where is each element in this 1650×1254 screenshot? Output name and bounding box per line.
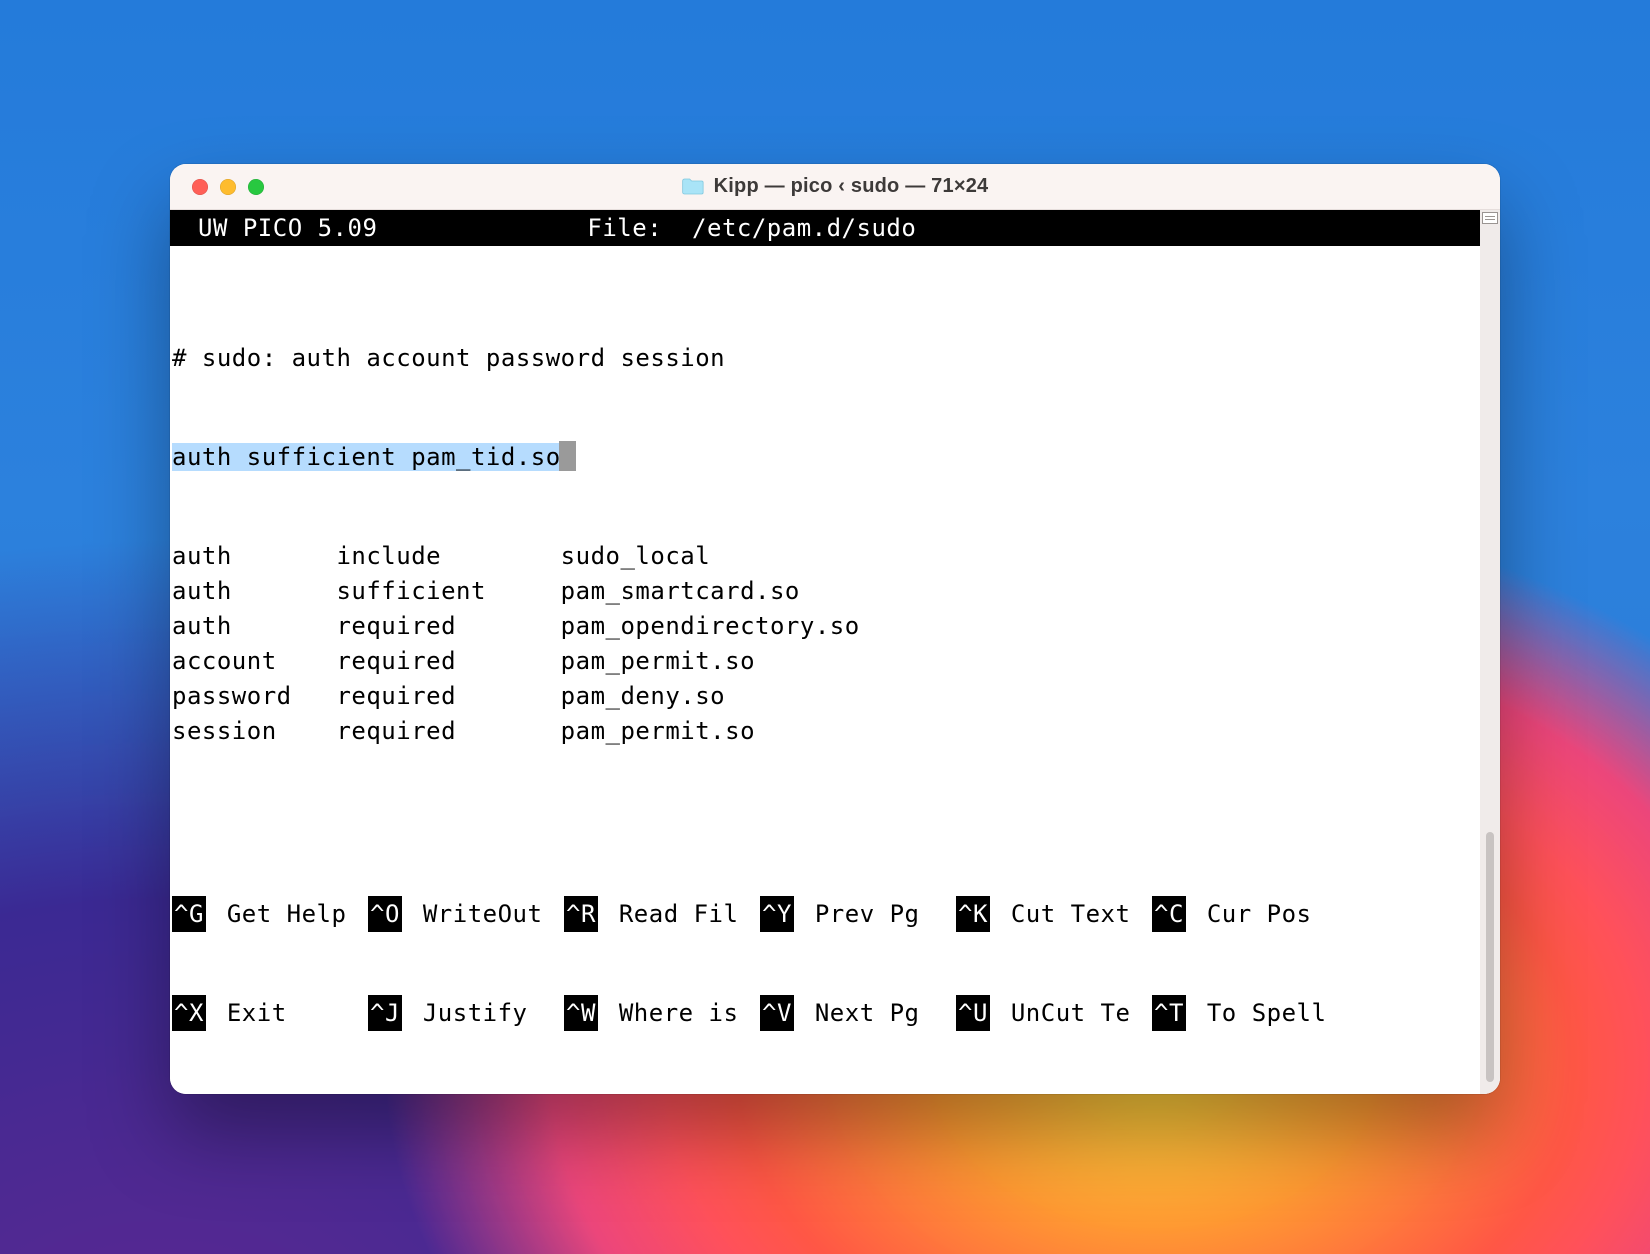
zoom-button[interactable] (248, 179, 264, 195)
shortcut-label: Get Help (206, 898, 347, 930)
shortcut-label: Cut Text (990, 898, 1131, 930)
shortcut-row-2: ^X Exit^J Justify^W Where is^V Next Pg^U… (172, 995, 1480, 1030)
shortcut-label: Where is (598, 997, 739, 1029)
editor-file-path: /etc/pam.d/sudo (692, 214, 916, 242)
shortcut[interactable]: ^X Exit (172, 995, 368, 1031)
shortcut-label: To Spell (1186, 997, 1327, 1029)
terminal-window: Kipp — pico ‹ sudo — 71×24 UW PICO 5.09 … (170, 164, 1500, 1094)
shortcut-key: ^J (368, 995, 402, 1031)
terminal-area[interactable]: UW PICO 5.09 File: /etc/pam.d/sudo # sud… (170, 210, 1500, 1094)
shortcut[interactable]: ^Y Prev Pg (760, 896, 956, 932)
shortcut-key: ^G (172, 896, 206, 932)
shortcut[interactable]: ^J Justify (368, 995, 564, 1031)
window-titlebar[interactable]: Kipp — pico ‹ sudo — 71×24 (170, 164, 1500, 210)
window-title: Kipp — pico ‹ sudo — 71×24 (682, 175, 989, 198)
shortcut-row-1: ^G Get Help^O WriteOut^R Read Fil^Y Prev… (172, 896, 1480, 931)
editor-content[interactable]: # sudo: auth account password session au… (170, 278, 860, 814)
shortcut[interactable]: ^V Next Pg (760, 995, 956, 1031)
shortcut-label: Read Fil (598, 898, 739, 930)
window-title-text: Kipp — pico ‹ sudo — 71×24 (714, 175, 989, 198)
config-line: account required pam_permit.so (172, 645, 860, 680)
minimize-button[interactable] (220, 179, 236, 195)
close-button[interactable] (192, 179, 208, 195)
config-line: auth include sudo_local (172, 540, 860, 575)
folder-icon (682, 178, 704, 195)
shortcut-key: ^K (956, 896, 990, 932)
scrollbar[interactable] (1480, 210, 1500, 1094)
shortcut-label: Prev Pg (794, 898, 920, 930)
shortcut-key: ^X (172, 995, 206, 1031)
editor-file-label: File: /etc/pam.d/sudo (587, 212, 916, 246)
shortcut-label: Justify (402, 997, 528, 1029)
shortcut-key: ^R (564, 896, 598, 932)
shortcut-key: ^Y (760, 896, 794, 932)
comment-line: # sudo: auth account password session (172, 342, 860, 377)
scroll-indicator-icon[interactable] (1482, 212, 1498, 224)
editor-titlebar: UW PICO 5.09 File: /etc/pam.d/sudo (170, 210, 1480, 246)
cursor (559, 441, 576, 471)
shortcut[interactable]: ^W Where is (564, 995, 760, 1031)
config-line: session required pam_permit.so (172, 715, 860, 750)
shortcut-label: UnCut Te (990, 997, 1131, 1029)
terminal-body[interactable]: UW PICO 5.09 File: /etc/pam.d/sudo # sud… (170, 210, 1480, 1094)
shortcut-key: ^W (564, 995, 598, 1031)
shortcut[interactable]: ^T To Spell (1152, 995, 1348, 1031)
config-line: auth sufficient pam_smartcard.so (172, 575, 860, 610)
shortcut-label: Cur Pos (1186, 898, 1312, 930)
editor-app-name: UW PICO 5.09 (170, 212, 377, 246)
shortcut[interactable]: ^O WriteOut (368, 896, 564, 932)
config-line: auth required pam_opendirectory.so (172, 610, 860, 645)
shortcut-key: ^O (368, 896, 402, 932)
shortcut-key: ^C (1152, 896, 1186, 932)
shortcut[interactable]: ^K Cut Text (956, 896, 1152, 932)
shortcut-key: ^U (956, 995, 990, 1031)
shortcut[interactable]: ^C Cur Pos (1152, 896, 1348, 932)
shortcut[interactable]: ^U UnCut Te (956, 995, 1152, 1031)
shortcut-label: WriteOut (402, 898, 543, 930)
selected-line: auth sufficient pam_tid.so (172, 441, 860, 476)
config-line: password required pam_deny.so (172, 680, 860, 715)
shortcut-footer: ^G Get Help^O WriteOut^R Read Fil^Y Prev… (170, 832, 1480, 1094)
shortcut-key: ^T (1152, 995, 1186, 1031)
shortcut-label: Next Pg (794, 997, 920, 1029)
traffic-lights (192, 179, 264, 195)
scroll-thumb[interactable] (1486, 832, 1494, 1082)
shortcut-label: Exit (206, 997, 287, 1029)
shortcut[interactable]: ^R Read Fil (564, 896, 760, 932)
shortcut-key: ^V (760, 995, 794, 1031)
shortcut[interactable]: ^G Get Help (172, 896, 368, 932)
